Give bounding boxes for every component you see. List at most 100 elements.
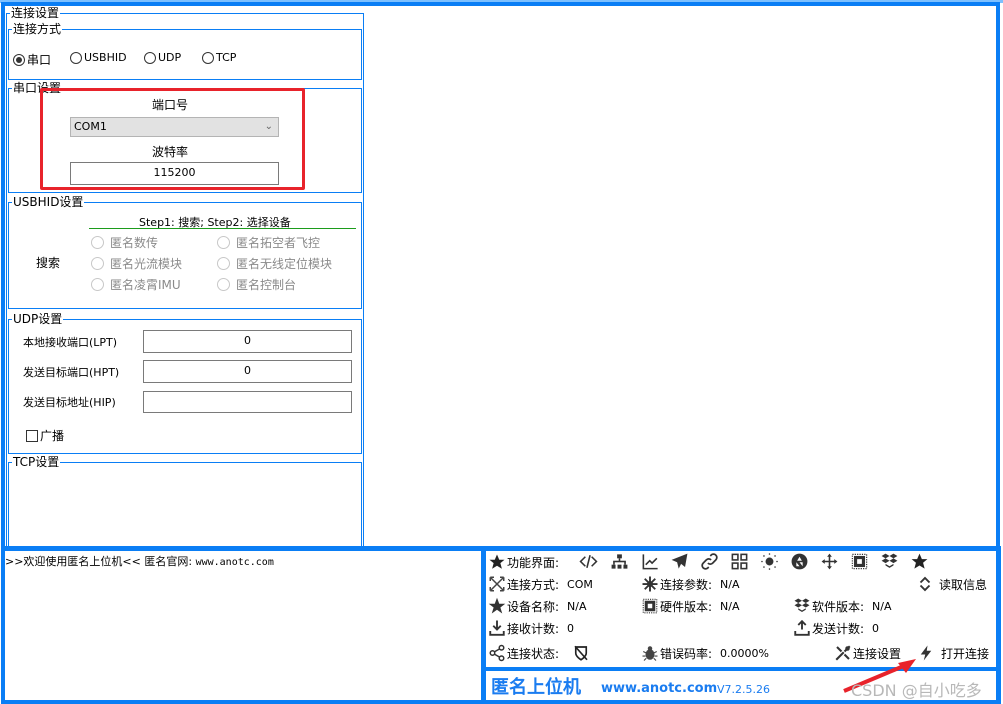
highlight-annotation-box <box>40 88 305 190</box>
hardware-version-row: 硬件版本: N/A <box>640 596 740 616</box>
rx-count-value: 0 <box>567 621 575 635</box>
log-output[interactable]: >>欢迎使用匿名上位机<< 匿名官网: www.anotc.com <box>5 553 274 569</box>
open-connection-label: 打开连接 <box>941 646 990 661</box>
device-radio-label: 匿名无线定位模块 <box>236 257 333 271</box>
software-version-value: N/A <box>872 599 892 613</box>
connection-mode-label: 连接方式: <box>507 577 560 592</box>
rx-count-row: 接收计数: 0 <box>487 618 574 638</box>
device-radio-1[interactable]: 匿名拓空者飞控 <box>217 234 320 251</box>
read-info-button[interactable]: 读取信息 <box>915 574 987 594</box>
connection-mode-group: 连接方式 串口 USBHID UDP TCP <box>8 22 362 80</box>
paper-plane-icon[interactable] <box>668 551 690 571</box>
broadcast-label: 广播 <box>40 429 65 443</box>
brand-divider <box>486 667 998 671</box>
device-radio-3[interactable]: 匿名无线定位模块 <box>217 255 332 272</box>
error-rate-value: 0.0000% <box>720 646 769 660</box>
usbhid-settings-title: USBHID设置 <box>12 195 85 209</box>
tx-count-value: 0 <box>872 621 880 635</box>
target-port-input[interactable]: 0 <box>143 360 352 383</box>
radio-serial-label: 串口 <box>27 53 52 67</box>
read-info-label: 读取信息 <box>939 577 988 592</box>
radio-indicator <box>217 236 230 249</box>
software-version-label: 软件版本: <box>812 599 865 614</box>
function-row: 功能界面: <box>487 552 559 572</box>
udp-settings-title: UDP设置 <box>12 312 64 326</box>
radio-usbhid[interactable]: USBHID <box>70 51 127 64</box>
code-icon[interactable] <box>577 551 599 571</box>
connection-status-label: 连接状态: <box>507 646 560 661</box>
target-port-label: 发送目标端口(HPT) <box>23 366 120 379</box>
device-radio-label: 匿名数传 <box>110 236 159 250</box>
move-arrows-icon[interactable] <box>818 551 840 571</box>
connection-status-row: 连接状态: <box>487 643 591 663</box>
device-radio-5[interactable]: 匿名控制台 <box>217 276 296 293</box>
checkbox-box <box>26 429 38 442</box>
star-icon[interactable] <box>908 551 930 571</box>
device-name-label: 设备名称: <box>507 599 560 614</box>
radio-indicator <box>217 278 230 291</box>
device-radio-label: 匿名拓空者飞控 <box>236 236 321 250</box>
steps-underline <box>89 228 356 229</box>
device-radio-2[interactable]: 匿名光流模块 <box>91 255 182 272</box>
brand-url[interactable]: www.anotc.com <box>601 681 717 696</box>
frame-right-edge <box>996 546 1001 704</box>
shield-off-icon <box>571 643 591 663</box>
frame-left-edge <box>1 546 5 704</box>
grid-icon[interactable] <box>728 551 750 571</box>
asterisk-icon <box>640 574 660 594</box>
connection-param-label: 连接参数: <box>660 577 713 592</box>
radio-indicator <box>144 51 156 64</box>
vertical-splitter[interactable] <box>481 546 486 704</box>
connection-param-value: N/A <box>720 577 740 591</box>
radio-udp-label: UDP <box>158 51 182 64</box>
connection-settings-title: 连接设置 <box>10 6 61 20</box>
hardware-version-value: N/A <box>720 599 740 613</box>
link-icon[interactable] <box>698 551 720 571</box>
chip-icon[interactable] <box>848 551 870 571</box>
radio-usbhid-label: USBHID <box>84 51 127 64</box>
log-welcome-text: >>欢迎使用匿名上位机<< 匿名官网: <box>5 555 196 568</box>
aperture-icon[interactable] <box>788 551 810 571</box>
target-address-label: 发送目标地址(HIP) <box>23 396 116 409</box>
chip-icon <box>640 596 660 616</box>
local-port-input[interactable]: 0 <box>143 330 352 353</box>
local-port-label: 本地接收端口(LPT) <box>23 336 118 349</box>
device-radio-label: 匿名光流模块 <box>110 257 183 271</box>
chevron-up-down-icon <box>915 574 935 594</box>
brand-name: 匿名上位机 <box>491 677 581 698</box>
device-radio-label: 匿名控制台 <box>236 278 297 292</box>
download-icon <box>487 618 507 638</box>
bug-icon <box>640 643 660 663</box>
search-button[interactable]: 搜索 <box>36 254 60 271</box>
connection-param-row: 连接参数: N/A <box>640 574 740 594</box>
radio-tcp-label: TCP <box>216 51 237 64</box>
dropbox-icon[interactable] <box>878 551 900 571</box>
function-label: 功能界面: <box>507 555 560 570</box>
radio-indicator <box>217 257 230 270</box>
radio-serial[interactable]: 串口 <box>13 51 51 68</box>
radio-indicator <box>70 51 82 64</box>
software-version-row: 软件版本: N/A <box>792 596 892 616</box>
tcp-settings-title: TCP设置 <box>12 455 61 469</box>
tcp-settings-group: TCP设置 <box>8 455 362 548</box>
device-name-value: N/A <box>567 599 587 613</box>
broadcast-checkbox[interactable]: 广播 <box>26 427 64 444</box>
sitemap-icon[interactable] <box>608 551 630 571</box>
target-address-input[interactable] <box>143 391 352 413</box>
device-radio-0[interactable]: 匿名数传 <box>91 234 158 251</box>
rx-count-label: 接收计数: <box>507 621 560 636</box>
log-url: www.anotc.com <box>195 557 274 568</box>
radio-tcp[interactable]: TCP <box>202 51 236 64</box>
upload-icon <box>792 618 812 638</box>
star-badge-icon <box>487 596 507 616</box>
share-icon <box>487 643 507 663</box>
tx-count-row: 发送计数: 0 <box>792 618 879 638</box>
sun-icon[interactable] <box>758 551 780 571</box>
radio-udp[interactable]: UDP <box>144 51 181 64</box>
line-chart-icon[interactable] <box>639 551 661 571</box>
hardware-version-label: 硬件版本: <box>660 599 713 614</box>
device-radio-4[interactable]: 匿名凌霄IMU <box>91 276 181 293</box>
open-connection-button[interactable]: 打开连接 <box>916 643 989 663</box>
device-radio-label: 匿名凌霄IMU <box>110 278 181 292</box>
tx-count-label: 发送计数: <box>812 621 865 636</box>
